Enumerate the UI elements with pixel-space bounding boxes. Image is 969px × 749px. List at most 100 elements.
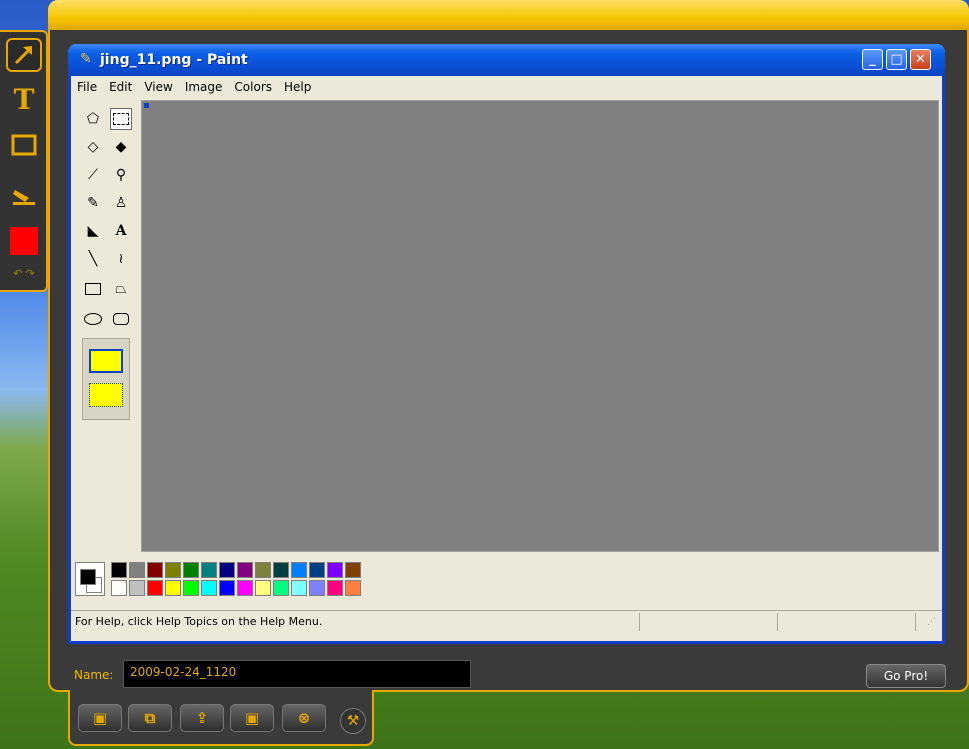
color-swatch[interactable] — [219, 562, 235, 578]
color-swatch[interactable] — [165, 562, 181, 578]
color-swatch[interactable] — [327, 562, 343, 578]
arrow-tool-button[interactable] — [6, 38, 42, 72]
color-swatch[interactable] — [309, 562, 325, 578]
close-button[interactable]: ✕ — [910, 49, 931, 70]
rounded-rectangle-icon[interactable] — [110, 308, 132, 330]
cancel-button[interactable]: ⊗ — [282, 704, 326, 732]
menu-file[interactable]: File — [71, 80, 103, 94]
title-bar: ✎ jing_11.png - Paint _ □ ✕ — [68, 44, 945, 76]
highlighter-icon — [13, 190, 35, 205]
color-swatch[interactable] — [255, 562, 271, 578]
color-swatch[interactable] — [129, 580, 145, 596]
transparency-options — [82, 338, 130, 420]
brush-icon[interactable]: ♙ — [110, 192, 132, 214]
ellipse-icon[interactable] — [82, 308, 104, 330]
close-icon: ✕ — [915, 52, 926, 67]
color-swatch[interactable] — [165, 580, 181, 596]
color-swatch[interactable] — [291, 562, 307, 578]
text-tool-button[interactable]: T — [6, 82, 42, 116]
cancel-icon: ⊗ — [297, 709, 311, 727]
minimize-button[interactable]: _ — [862, 49, 883, 70]
paint-app-icon: ✎ — [80, 51, 92, 67]
color-swatch[interactable] — [291, 580, 307, 596]
color-swatch[interactable] — [273, 562, 289, 578]
floppy-icon: ▣ — [244, 709, 260, 727]
fill-icon[interactable]: ◆ — [110, 136, 132, 158]
polygon-icon[interactable]: ⏢ — [110, 278, 132, 300]
color-swatch[interactable] — [327, 580, 343, 596]
color-swatch[interactable] — [201, 562, 217, 578]
go-pro-button[interactable]: Go Pro! — [866, 664, 946, 688]
text-icon[interactable]: A — [110, 220, 132, 242]
rectangle-icon[interactable] — [82, 278, 104, 300]
jing-top-bar — [48, 0, 969, 30]
jing-action-bar: ▣ ⧉ ⇪ ▣ ⊗ ⚒ — [68, 690, 374, 746]
color-swatch[interactable] — [111, 580, 127, 596]
resize-grip-icon[interactable]: ⋰ — [927, 617, 936, 627]
share-icon: ⇪ — [195, 709, 209, 727]
menu-help[interactable]: Help — [278, 80, 317, 94]
color-swatch[interactable] — [309, 580, 325, 596]
eraser-icon[interactable]: ◇ — [82, 136, 104, 158]
opaque-option-icon[interactable] — [89, 349, 123, 373]
color-swatch[interactable] — [237, 580, 253, 596]
color-swatch[interactable] — [183, 562, 199, 578]
pencil-icon[interactable]: ✎ — [82, 192, 104, 214]
color-swatch[interactable] — [147, 562, 163, 578]
menu-image[interactable]: Image — [179, 80, 229, 94]
color-swatch[interactable] — [273, 580, 289, 596]
status-separator — [639, 613, 640, 631]
select-icon[interactable] — [110, 108, 132, 130]
current-color-swatch — [10, 227, 38, 255]
menu-edit[interactable]: Edit — [103, 80, 138, 94]
window-title: jing_11.png - Paint — [100, 52, 248, 68]
name-input[interactable]: 2009-02-24_1120 — [123, 660, 471, 688]
customize-button[interactable]: ⚒ — [340, 708, 366, 734]
free-form-select-icon[interactable]: ⬠ — [82, 108, 104, 130]
drawing-canvas[interactable] — [141, 100, 939, 552]
color-swatch[interactable] — [345, 580, 361, 596]
curve-icon[interactable]: ≀ — [110, 248, 132, 270]
color-swatch[interactable] — [111, 562, 127, 578]
color-swatch[interactable] — [237, 562, 253, 578]
paint-window: ✎ jing_11.png - Paint _ □ ✕ File Edit Vi… — [68, 44, 945, 644]
current-colors-box — [75, 562, 105, 596]
color-swatch[interactable] — [129, 562, 145, 578]
pick-color-icon[interactable]: ⟋ — [82, 164, 104, 186]
color-swatch[interactable] — [183, 580, 199, 596]
magnifier-icon[interactable]: ⚲ — [110, 164, 132, 186]
color-swatch[interactable] — [345, 562, 361, 578]
status-separator — [777, 613, 778, 631]
menu-bar: File Edit View Image Colors Help — [71, 76, 942, 98]
menu-view[interactable]: View — [138, 80, 178, 94]
status-separator — [915, 613, 916, 631]
highlight-tool-button[interactable] — [6, 176, 42, 210]
undo-redo-group: ↶ ↷ — [6, 264, 42, 282]
color-swatch[interactable] — [219, 580, 235, 596]
copy-icon: ⧉ — [144, 709, 156, 727]
share-button[interactable]: ⇪ — [180, 704, 224, 732]
undo-icon[interactable]: ↶ — [13, 267, 22, 280]
color-picker-button[interactable] — [6, 224, 42, 258]
minimize-icon: _ — [869, 52, 876, 67]
redo-icon[interactable]: ↷ — [26, 267, 35, 280]
foreground-color — [80, 569, 96, 585]
maximize-button[interactable]: □ — [886, 49, 907, 70]
frame-tool-button[interactable] — [6, 128, 42, 162]
wrench-icon: ⚒ — [346, 713, 360, 729]
text-icon: T — [13, 82, 35, 116]
menu-colors[interactable]: Colors — [228, 80, 278, 94]
color-swatch[interactable] — [201, 580, 217, 596]
color-swatch[interactable] — [255, 580, 271, 596]
save-button[interactable]: ▣ — [78, 704, 122, 732]
name-label: Name: — [74, 668, 114, 682]
save-as-button[interactable]: ▣ — [230, 704, 274, 732]
color-swatch[interactable] — [147, 580, 163, 596]
canvas-resize-handle[interactable] — [144, 103, 149, 108]
paint-toolbox: ⬠ ◇ ◆ ⟋ ⚲ ✎ ♙ ◣ A ╲ ≀ ⏢ — [82, 100, 134, 422]
arrow-icon — [14, 46, 33, 65]
copy-button[interactable]: ⧉ — [128, 704, 172, 732]
transparent-option-icon[interactable] — [89, 383, 123, 407]
line-icon[interactable]: ╲ — [82, 248, 104, 270]
airbrush-icon[interactable]: ◣ — [82, 220, 104, 242]
